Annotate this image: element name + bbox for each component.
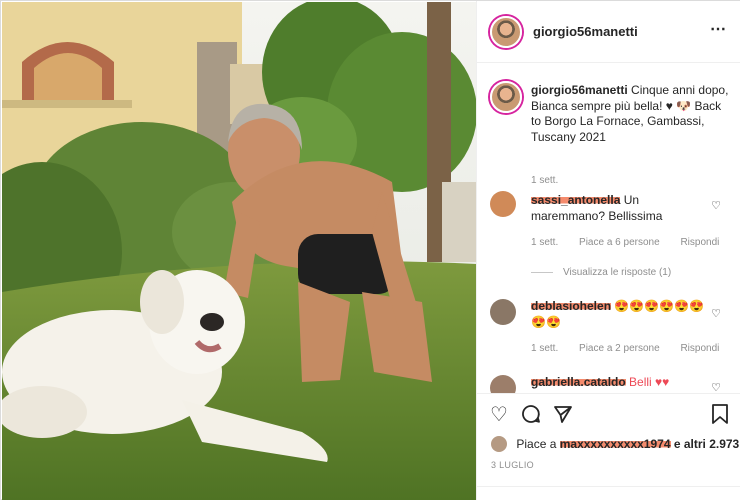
instagram-post-window: giorgio56manetti ⋯ giorgio56manetti Cinq… xyxy=(0,0,740,500)
comment-item: deblasiohelen 😍😍😍😍😍😍😍😍 ♡ 1 sett. Piace a… xyxy=(477,297,740,377)
post-header: giorgio56manetti ⋯ xyxy=(477,1,740,63)
post-date: 3 LUGLIO xyxy=(491,460,534,470)
comment-age: 1 sett. xyxy=(531,237,559,248)
caption-age: 1 sett. xyxy=(531,175,559,186)
photo-illustration xyxy=(2,2,476,500)
comment-like-icon[interactable]: ♡ xyxy=(711,199,721,212)
caption-avatar[interactable] xyxy=(490,81,522,113)
comment-text: deblasiohelen 😍😍😍😍😍😍😍😍 xyxy=(531,299,711,330)
likes-prefix: Piace a xyxy=(516,437,557,451)
commenter-username[interactable]: deblasiohelen xyxy=(531,299,612,313)
view-replies-link[interactable]: Visualizza le risposte (1) xyxy=(531,267,671,278)
commenter-avatar[interactable] xyxy=(490,299,516,325)
reply-button[interactable]: Rispondi xyxy=(680,343,719,354)
likes-count[interactable]: e altri 2.973 xyxy=(674,437,739,451)
bookmark-icon[interactable] xyxy=(711,404,729,429)
commenter-username[interactable]: gabriella.cataldo xyxy=(531,375,626,389)
comment-body: Belli ♥♥ xyxy=(629,375,670,389)
comment-text: gabriella.cataldo Belli ♥♥ xyxy=(531,375,711,391)
send-icon[interactable] xyxy=(553,404,573,429)
reply-button[interactable]: Rispondi xyxy=(680,237,719,248)
author-avatar[interactable] xyxy=(490,16,522,48)
post-photo[interactable] xyxy=(2,2,476,500)
comment-like-icon[interactable]: ♡ xyxy=(711,307,721,320)
heart-icon[interactable]: ♡ xyxy=(490,404,508,426)
comment-meta: 1 sett. Piace a 6 persone Rispondi xyxy=(531,237,737,248)
comment-item: sassi_antonella Un maremmano? Bellissima… xyxy=(477,187,740,283)
caption-text: giorgio56manetti Cinque anni dopo, Bianc… xyxy=(531,83,731,145)
comment-likes-count[interactable]: Piace a 2 persone xyxy=(579,343,660,354)
more-options-icon[interactable]: ⋯ xyxy=(710,22,727,38)
comment-likes-count[interactable]: Piace a 6 persone xyxy=(579,237,660,248)
author-username[interactable]: giorgio56manetti xyxy=(533,24,638,39)
liker-avatar xyxy=(491,436,507,452)
likes-summary[interactable]: Piace a maxxxxxxxxxx1974 e altri 2.973 xyxy=(491,436,739,452)
commenter-avatar[interactable] xyxy=(490,375,516,393)
post-sidebar: giorgio56manetti ⋯ giorgio56manetti Cinq… xyxy=(476,1,740,500)
liker-username[interactable]: maxxxxxxxxxx1974 xyxy=(559,437,671,451)
comment-age: 1 sett. xyxy=(531,343,559,354)
comment-like-icon[interactable]: ♡ xyxy=(711,381,721,393)
add-comment-bar[interactable] xyxy=(477,486,740,500)
comment-icon[interactable] xyxy=(521,404,541,429)
comment-item: gabriella.cataldo Belli ♥♥ ♡ xyxy=(477,373,740,393)
comments-section[interactable]: giorgio56manetti Cinque anni dopo, Bianc… xyxy=(477,63,740,393)
comment-meta: 1 sett. Piace a 2 persone Rispondi xyxy=(531,343,737,354)
commenter-avatar[interactable] xyxy=(490,191,516,217)
commenter-username[interactable]: sassi_antonella xyxy=(531,193,621,207)
caption-username[interactable]: giorgio56manetti xyxy=(531,83,628,97)
comment-text: sassi_antonella Un maremmano? Bellissima xyxy=(531,193,711,224)
post-actions: ♡ Piace a maxxxxxxxxxx1974 e altri 2.973… xyxy=(477,393,740,500)
